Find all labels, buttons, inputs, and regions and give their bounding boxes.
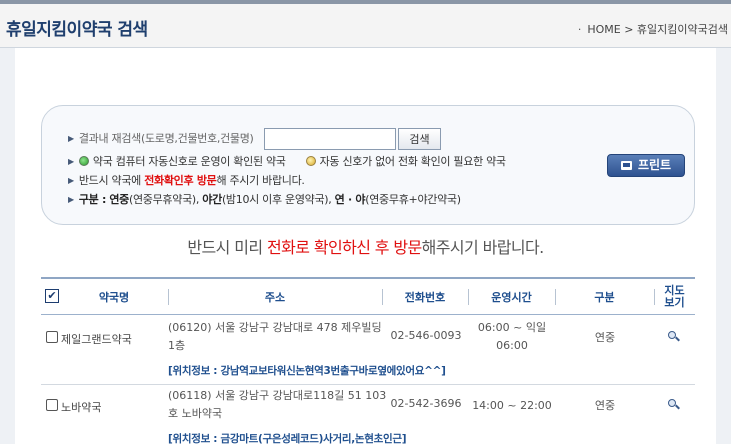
research-input[interactable]: [264, 128, 396, 150]
search-button[interactable]: 검색: [398, 128, 441, 150]
type-c-name: 연 · 야: [334, 193, 366, 206]
print-label: 프린트: [637, 158, 672, 172]
bullet-triangle-icon: ▶: [68, 176, 74, 185]
phone-notice-highlight: 전화확인후 방문: [144, 174, 217, 187]
map-magnifier-icon[interactable]: [668, 399, 680, 411]
pharmacy-name: 노바약국: [61, 401, 102, 414]
bullet-triangle-icon: ▶: [68, 195, 74, 204]
phone-notice-row: ▶ 반드시 약국에 전화확인후 방문해 주시기 바랍니다.: [68, 172, 305, 188]
pharmacy-tel: 02-542-3696: [390, 397, 462, 410]
type-a-desc: (연중무휴약국),: [128, 193, 200, 206]
yellow-signal-icon: [305, 156, 316, 166]
visit-notice-highlight: 전화로 확인하신 후 방문: [266, 238, 422, 257]
select-all-checkbox[interactable]: ✔: [45, 289, 59, 303]
pharmacy-hours: 06:00 ~ 익일 06:00: [477, 321, 547, 352]
search-panel: ▶ 결과내 재검색(도로명,건물번호,건물명) 검색 ▶ 약국 컴퓨터 자동신호로 …: [41, 105, 695, 225]
table-row: 제일그랜드약국 (06120) 서울 강남구 강남대로 478 제우빌딩1층 0…: [41, 315, 695, 385]
col-map-header-line2: 보기: [664, 296, 685, 309]
page-title: 휴일지킴이약국 검색: [6, 20, 148, 40]
col-kind-header: 구분: [594, 291, 615, 304]
pharmacy-address: (06118) 서울 강남구 강남대로118길 51 103호 노바약국: [168, 389, 387, 420]
pharmacy-kind: 연중: [594, 399, 616, 412]
type-b-name: 야간: [202, 193, 222, 206]
visit-notice-prefix: 반드시 미리: [187, 238, 267, 257]
breadcrumb-bullet-icon: ·: [577, 23, 582, 36]
col-hours-header: 운영시간: [491, 291, 532, 304]
print-button[interactable]: 프린트: [607, 154, 685, 177]
research-row: ▶ 결과내 재검색(도로명,건물번호,건물명): [68, 130, 254, 146]
legend-yellow-label: 자동 신호가 없어 전화 확인이 필요한 약국: [319, 155, 506, 168]
bullet-triangle-icon: ▶: [68, 134, 74, 143]
legend-green-label: 약국 컴퓨터 자동신호로 운영이 확인된 약국: [92, 155, 286, 168]
visit-notice-suffix: 해주시기 바랍니다.: [421, 238, 545, 257]
pharmacy-kind: 연중: [594, 331, 616, 344]
table-row: 노바약국 (06118) 서울 강남구 강남대로118길 51 103호 노바약…: [41, 385, 695, 448]
pharmacy-name: 제일그랜드약국: [61, 333, 132, 346]
research-label: 결과내 재검색(도로명,건물번호,건물명): [78, 132, 254, 145]
phone-notice-prefix: 반드시 약국에: [78, 174, 145, 187]
pharmacy-table: ✔ 약국명 주소 전화번호 운영시간 구분 지도 보기 제일그랜드약국 (061…: [41, 277, 695, 445]
type-legend-row: ▶ 구분 : 연중(연중무휴약국), 야간(밤10시 이후 운영약국), 연 · …: [68, 191, 461, 207]
type-c-desc: (연중무휴+야간약국): [365, 193, 461, 206]
printer-icon: [620, 161, 632, 170]
map-magnifier-icon[interactable]: [668, 331, 680, 343]
row-checkbox[interactable]: [46, 399, 58, 411]
col-address-header: 주소: [264, 291, 286, 304]
location-info: [위치정보 : 금강마트(구은성레코드)사거리,논현초인근]: [168, 433, 407, 445]
legend-row: ▶ 약국 컴퓨터 자동신호로 운영이 확인된 약국 자동 신호가 없어 전화 확인이…: [68, 153, 506, 169]
green-signal-icon: [78, 156, 89, 166]
breadcrumb: · HOME > 휴일지킴이약국검색: [578, 21, 728, 37]
pharmacy-address: (06120) 서울 강남구 강남대로 478 제우빌딩1층: [168, 321, 382, 352]
bullet-triangle-icon: ▶: [68, 157, 74, 166]
pharmacy-hours: 14:00 ~ 22:00: [472, 399, 552, 412]
breadcrumb-separator: >: [624, 23, 634, 36]
col-map-header: 지도 보기: [654, 279, 695, 315]
page-header: 휴일지킴이약국 검색 · HOME > 휴일지킴이약국검색: [0, 4, 731, 48]
type-label: 구분 :: [78, 193, 107, 206]
breadcrumb-home-link[interactable]: HOME: [587, 23, 620, 36]
location-info: [위치정보 : 강남역교보타워신논현역3번출구바로옆에있어요^^]: [168, 365, 446, 377]
breadcrumb-current: 휴일지킴이약국검색: [636, 23, 728, 36]
col-tel-header: 전화번호: [404, 291, 446, 304]
col-name-header: 약국명: [98, 291, 130, 304]
phone-notice-suffix: 해 주시기 바랍니다.: [216, 174, 305, 187]
row-checkbox[interactable]: [46, 331, 58, 343]
type-b-desc: (밤10시 이후 운영약국),: [221, 193, 332, 206]
type-a-name: 연중: [109, 193, 129, 206]
pharmacy-tel: 02-546-0093: [390, 329, 462, 342]
table-header: ✔ 약국명 주소 전화번호 운영시간 구분 지도 보기: [41, 277, 695, 315]
visit-notice: 반드시 미리 전화로 확인하신 후 방문해주시기 바랍니다.: [0, 234, 731, 258]
